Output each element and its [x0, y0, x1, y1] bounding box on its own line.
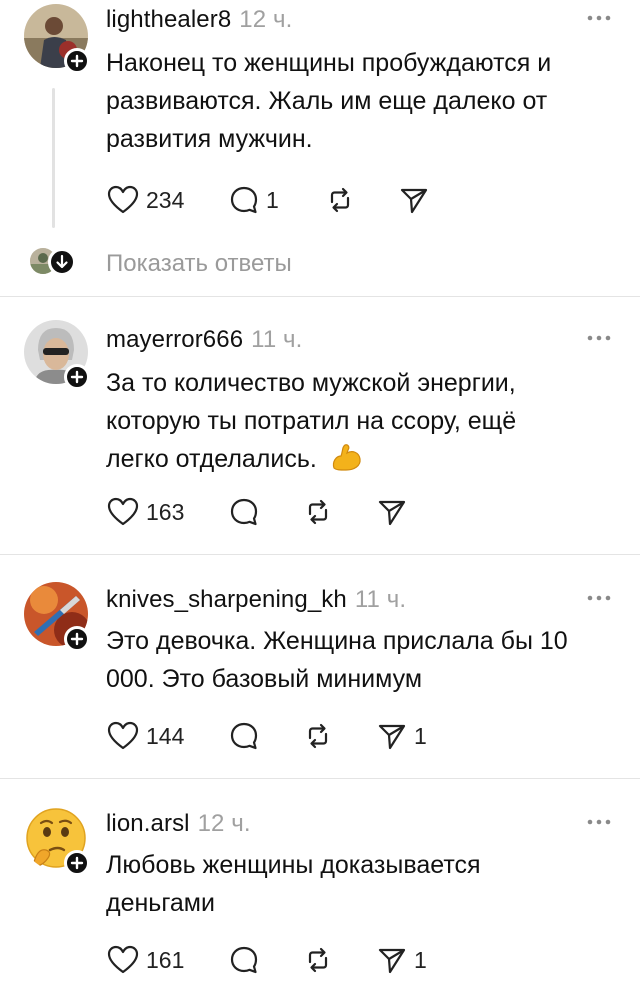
repost-button[interactable] — [324, 182, 356, 218]
divider — [0, 554, 640, 555]
reply-button[interactable]: 1 — [228, 182, 279, 218]
timestamp: 12 ч. — [239, 6, 293, 33]
username[interactable]: lighthealer8 12 ч. — [106, 6, 292, 34]
flexed-biceps-icon — [332, 444, 361, 471]
comment-text: Любовь женщины доказывается деньгами — [106, 851, 481, 917]
send-icon — [378, 948, 406, 974]
like-count: 163 — [146, 498, 185, 525]
reply-count: 1 — [266, 186, 279, 213]
like-button[interactable]: 144 — [106, 718, 184, 754]
username[interactable]: lion.arsl 12 ч. — [106, 810, 251, 838]
heart-icon — [107, 945, 139, 974]
heart-icon — [107, 721, 139, 750]
repost-button[interactable] — [302, 718, 334, 754]
comment-bubble-icon — [230, 946, 258, 974]
more-options-icon[interactable] — [584, 328, 614, 348]
send-icon — [400, 188, 428, 214]
like-count: 144 — [146, 722, 185, 749]
repost-icon — [330, 187, 350, 213]
follow-plus-icon[interactable] — [64, 48, 90, 74]
share-button[interactable] — [398, 182, 430, 218]
heart-icon — [107, 497, 139, 526]
send-icon — [378, 500, 406, 526]
comment-bubble-icon — [230, 498, 258, 526]
reply-button[interactable] — [228, 718, 260, 754]
repost-icon — [308, 499, 328, 525]
follow-plus-icon[interactable] — [64, 364, 90, 390]
comment-text: Наконец то женщины пробуждаются и развив… — [106, 49, 552, 153]
reply-button[interactable] — [228, 942, 260, 978]
more-options-icon[interactable] — [584, 8, 614, 28]
repost-button[interactable] — [302, 494, 334, 530]
follow-plus-icon[interactable] — [64, 850, 90, 876]
thread-line — [52, 88, 55, 228]
comment-text: За то количество мужской энергии, котору… — [106, 369, 517, 473]
username[interactable]: mayerror666 11 ч. — [106, 326, 302, 354]
like-button[interactable]: 163 — [106, 494, 184, 530]
like-button[interactable]: 161 — [106, 942, 184, 978]
chevron-down-icon — [48, 248, 76, 276]
action-bar: 234 1 — [106, 182, 606, 218]
heart-icon — [107, 185, 139, 214]
comment-bubble-icon — [230, 186, 258, 214]
divider — [0, 778, 640, 779]
reply-button[interactable] — [228, 494, 260, 530]
share-count: 1 — [414, 722, 427, 749]
comment-text: Это девочка. Женщина прислала бы 10 000.… — [106, 627, 568, 693]
action-bar: 161 1 — [106, 942, 606, 978]
share-button[interactable]: 1 — [376, 942, 427, 978]
username[interactable]: knives_sharpening_kh 11 ч. — [106, 586, 406, 614]
share-button[interactable]: 1 — [376, 718, 427, 754]
action-bar: 144 1 — [106, 718, 606, 754]
action-bar: 163 — [106, 494, 606, 530]
timestamp: 11 ч. — [251, 326, 303, 353]
share-button[interactable] — [376, 494, 408, 530]
timestamp: 11 ч. — [354, 586, 407, 613]
divider — [0, 296, 640, 297]
repost-icon — [308, 947, 328, 973]
comment-bubble-icon — [230, 722, 258, 750]
repost-button[interactable] — [302, 942, 334, 978]
timestamp: 12 ч. — [197, 810, 251, 837]
share-count: 1 — [414, 946, 427, 973]
like-count: 234 — [146, 186, 185, 213]
more-options-icon[interactable] — [584, 812, 614, 832]
send-icon — [378, 724, 406, 750]
show-replies-link[interactable]: Показать ответы — [106, 250, 292, 278]
like-count: 161 — [146, 946, 185, 973]
repost-icon — [308, 723, 328, 749]
follow-plus-icon[interactable] — [64, 626, 90, 652]
like-button[interactable]: 234 — [106, 182, 184, 218]
more-options-icon[interactable] — [584, 588, 614, 608]
